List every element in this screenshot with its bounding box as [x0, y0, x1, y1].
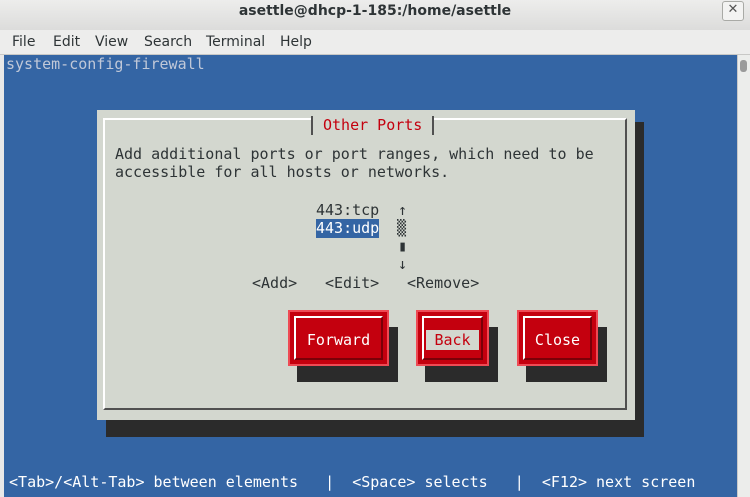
close-button[interactable]: Close	[517, 310, 598, 366]
back-button-label: Back	[426, 330, 479, 350]
terminal-scrollbar[interactable]	[737, 55, 750, 497]
port-list-item[interactable]: 443:tcp	[316, 201, 379, 220]
list-scroll-down-icon[interactable]: ↓	[398, 255, 407, 274]
close-icon: ✕	[727, 2, 739, 17]
port-list-item-selected[interactable]: 443:udp	[316, 219, 380, 238]
menu-file[interactable]: File	[12, 32, 35, 52]
back-button[interactable]: Back	[416, 310, 489, 366]
close-window-button[interactable]: ✕	[722, 1, 744, 21]
scrollbar-thumb[interactable]	[740, 60, 747, 72]
menu-terminal[interactable]: Terminal	[206, 32, 265, 52]
add-button[interactable]: <Add>	[252, 274, 297, 293]
left-window-edge	[0, 55, 4, 497]
terminal-area[interactable]: system-config-firewall Other Ports Add a…	[0, 55, 750, 497]
menubar: File Edit View Search Terminal Help	[0, 30, 750, 55]
list-scroll-thumb-icon[interactable]: ▒	[397, 219, 406, 238]
dialog-title: Other Ports	[311, 116, 435, 135]
app-name: system-config-firewall	[6, 55, 205, 73]
menu-view[interactable]: View	[95, 32, 128, 52]
menu-search[interactable]: Search	[144, 32, 192, 52]
forward-button[interactable]: Forward	[288, 310, 389, 366]
list-scroll-up-icon[interactable]: ↑	[398, 201, 407, 220]
window-titlebar: asettle@dhcp-1-185:/home/asettle ✕	[0, 0, 750, 30]
keyboard-hint-bar: <Tab>/<Alt-Tab> between elements | <Spac…	[0, 473, 696, 491]
menu-edit[interactable]: Edit	[53, 32, 80, 52]
forward-button-label: Forward	[306, 331, 371, 349]
window-title: asettle@dhcp-1-185:/home/asettle	[238, 3, 512, 19]
dialog-description-line-2: accessible for all hosts or networks.	[115, 163, 450, 181]
remove-button[interactable]: <Remove>	[407, 274, 479, 293]
menu-help[interactable]: Help	[280, 32, 312, 52]
edit-button[interactable]: <Edit>	[325, 274, 379, 293]
close-button-label: Close	[534, 331, 581, 349]
dialog-description-line-1: Add additional ports or port ranges, whi…	[115, 145, 594, 163]
list-scroll-block-icon: ▮	[398, 237, 408, 255]
